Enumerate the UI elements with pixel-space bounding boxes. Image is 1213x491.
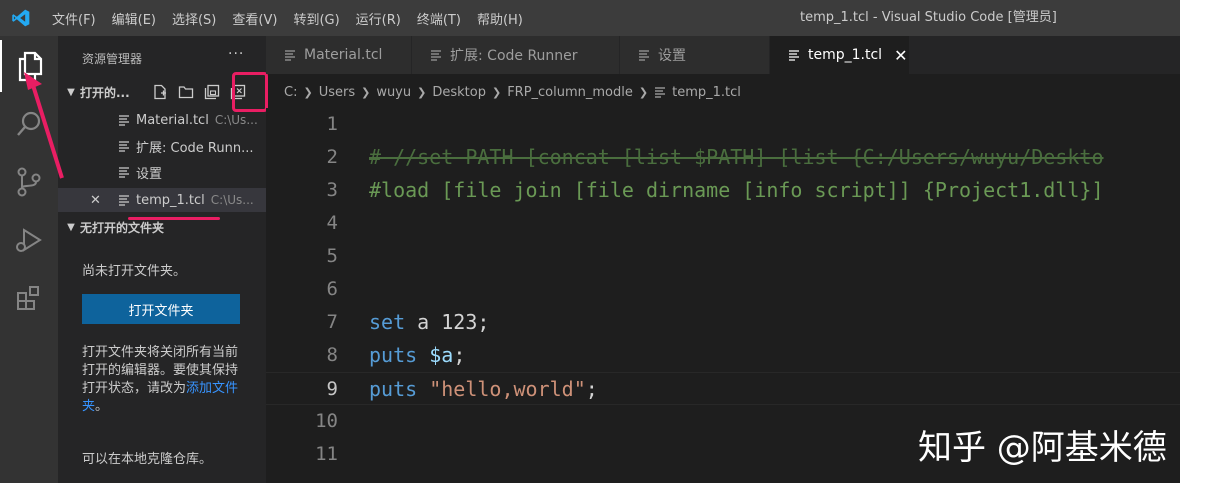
breadcrumb-item[interactable]: FRP_column_modle: [507, 85, 633, 100]
no-folder-description: 打开文件夹将关闭所有当前打开的编辑器。要使其保持打开状态，请改为添加文件夹。: [82, 344, 246, 416]
code-text: puts "hello,world";: [369, 373, 598, 406]
activity-extensions[interactable]: [0, 272, 58, 324]
code-line: 8 puts $a;: [266, 339, 1180, 372]
variable: $a: [429, 343, 454, 367]
menu-view[interactable]: 查看(V): [232, 9, 277, 28]
breadcrumb-item[interactable]: Desktop: [432, 85, 486, 100]
code-line: 3 #load [file join [file dirname [info s…: [266, 174, 1180, 207]
string: "hello,world": [429, 377, 586, 401]
breadcrumb-item[interactable]: Users: [319, 85, 355, 100]
breadcrumb-item[interactable]: C:: [284, 85, 297, 100]
tab-label: 扩展: Code Runner: [450, 48, 578, 64]
menu-terminal[interactable]: 终端(T): [417, 9, 461, 28]
breadcrumb: C: ❯ Users ❯ wuyu ❯ Desktop ❯ FRP_column…: [284, 80, 741, 104]
code-line: 5: [266, 240, 1180, 273]
line-number: 9: [326, 378, 338, 400]
chevron-right-icon: ❯: [491, 85, 502, 99]
line-number: 4: [326, 212, 338, 234]
open-folder-button[interactable]: 打开文件夹: [82, 294, 240, 324]
open-editor-path: C:\Us...: [214, 113, 258, 127]
tab-settings[interactable]: 设置: [620, 36, 770, 74]
chevron-right-icon: ❯: [417, 85, 427, 99]
menu-help[interactable]: 帮助(H): [477, 9, 523, 28]
code-end: ;: [585, 377, 598, 401]
code-end: ;: [453, 343, 466, 367]
watermark: 知乎 @阿基米德: [918, 428, 1167, 468]
line-number: 7: [326, 311, 338, 333]
file-lines-icon: [639, 50, 649, 61]
code-text: set a 123;: [369, 306, 489, 339]
chevron-right-icon: ❯: [361, 85, 371, 99]
tab-label: temp_1.tcl: [808, 47, 883, 63]
window-title: temp_1.tcl - Visual Studio Code [管理员]: [800, 10, 1057, 25]
file-lines-icon: [431, 50, 441, 61]
breadcrumb-item[interactable]: temp_1.tcl: [672, 85, 741, 100]
line-number: 3: [326, 179, 338, 201]
file-lines-icon: [655, 87, 666, 98]
tab-code-runner[interactable]: 扩展: Code Runner: [412, 36, 620, 74]
line-number: 11: [315, 443, 338, 465]
line-number: 6: [326, 278, 338, 300]
vscode-window: 文件(F) 编辑(E) 选择(S) 查看(V) 转到(G) 运行(R) 终端(T…: [0, 0, 1180, 483]
activity-run-debug[interactable]: [0, 214, 58, 266]
line-number: 10: [315, 410, 338, 432]
clone-repo-text: 可以在本地克隆仓库。: [82, 452, 213, 467]
file-lines-icon: [285, 50, 295, 61]
no-folder-section[interactable]: ▼ 无打开的文件夹: [58, 216, 266, 238]
code-line: 7 set a 123;: [266, 306, 1180, 339]
tab-material[interactable]: Material.tcl: [266, 36, 412, 74]
line-number: 2: [326, 146, 338, 168]
code-text: puts $a;: [369, 339, 465, 372]
save-all-icon[interactable]: [204, 84, 220, 100]
code-text: # //set PATH [concat [list $PATH] [list …: [369, 145, 1104, 169]
code-text: #load [file join [file dirname [info scr…: [369, 178, 1104, 202]
menu-go[interactable]: 转到(G): [293, 9, 339, 28]
no-folder-message: 尚未打开文件夹。: [82, 264, 187, 279]
code-rest: a 123;: [405, 310, 490, 334]
editor-tabs: Material.tcl 扩展: Code Runner 设置 temp_1.t…: [266, 36, 1180, 74]
file-lines-icon: [789, 50, 799, 61]
keyword: puts: [369, 377, 418, 401]
extensions-icon: [17, 286, 39, 310]
code-line: 2 # //set PATH [concat [list $PATH] [lis…: [266, 141, 1180, 174]
chevron-down-icon: ▼: [67, 221, 75, 233]
description-end: 。: [95, 399, 109, 414]
tab-temp1[interactable]: temp_1.tcl ✕: [770, 36, 910, 74]
code-line-current: 9 puts "hello,world";: [266, 372, 1180, 405]
breadcrumb-item[interactable]: wuyu: [376, 85, 411, 100]
tab-label: 设置: [658, 48, 686, 64]
run-debug-icon: [16, 228, 42, 252]
chevron-right-icon: ❯: [303, 85, 313, 99]
keyword: set: [369, 310, 406, 334]
more-actions-button[interactable]: ···: [228, 46, 244, 62]
line-number: 8: [326, 344, 338, 366]
no-folder-label: 无打开的文件夹: [80, 220, 165, 235]
code-line: 1: [266, 108, 1180, 141]
chevron-right-icon: ❯: [638, 85, 649, 99]
highlight-box: [232, 72, 268, 112]
open-editor-path: C:\Us...: [210, 193, 254, 207]
code-line: 4: [266, 207, 1180, 240]
line-number: 1: [326, 113, 338, 135]
keyword: puts: [369, 343, 418, 367]
line-number: 5: [326, 245, 338, 267]
code-line: 6: [266, 273, 1180, 306]
tab-label: Material.tcl: [304, 47, 383, 63]
menu-run[interactable]: 运行(R): [356, 9, 401, 28]
close-tab-icon[interactable]: ✕: [894, 46, 907, 65]
annotation-arrow: [24, 72, 64, 179]
